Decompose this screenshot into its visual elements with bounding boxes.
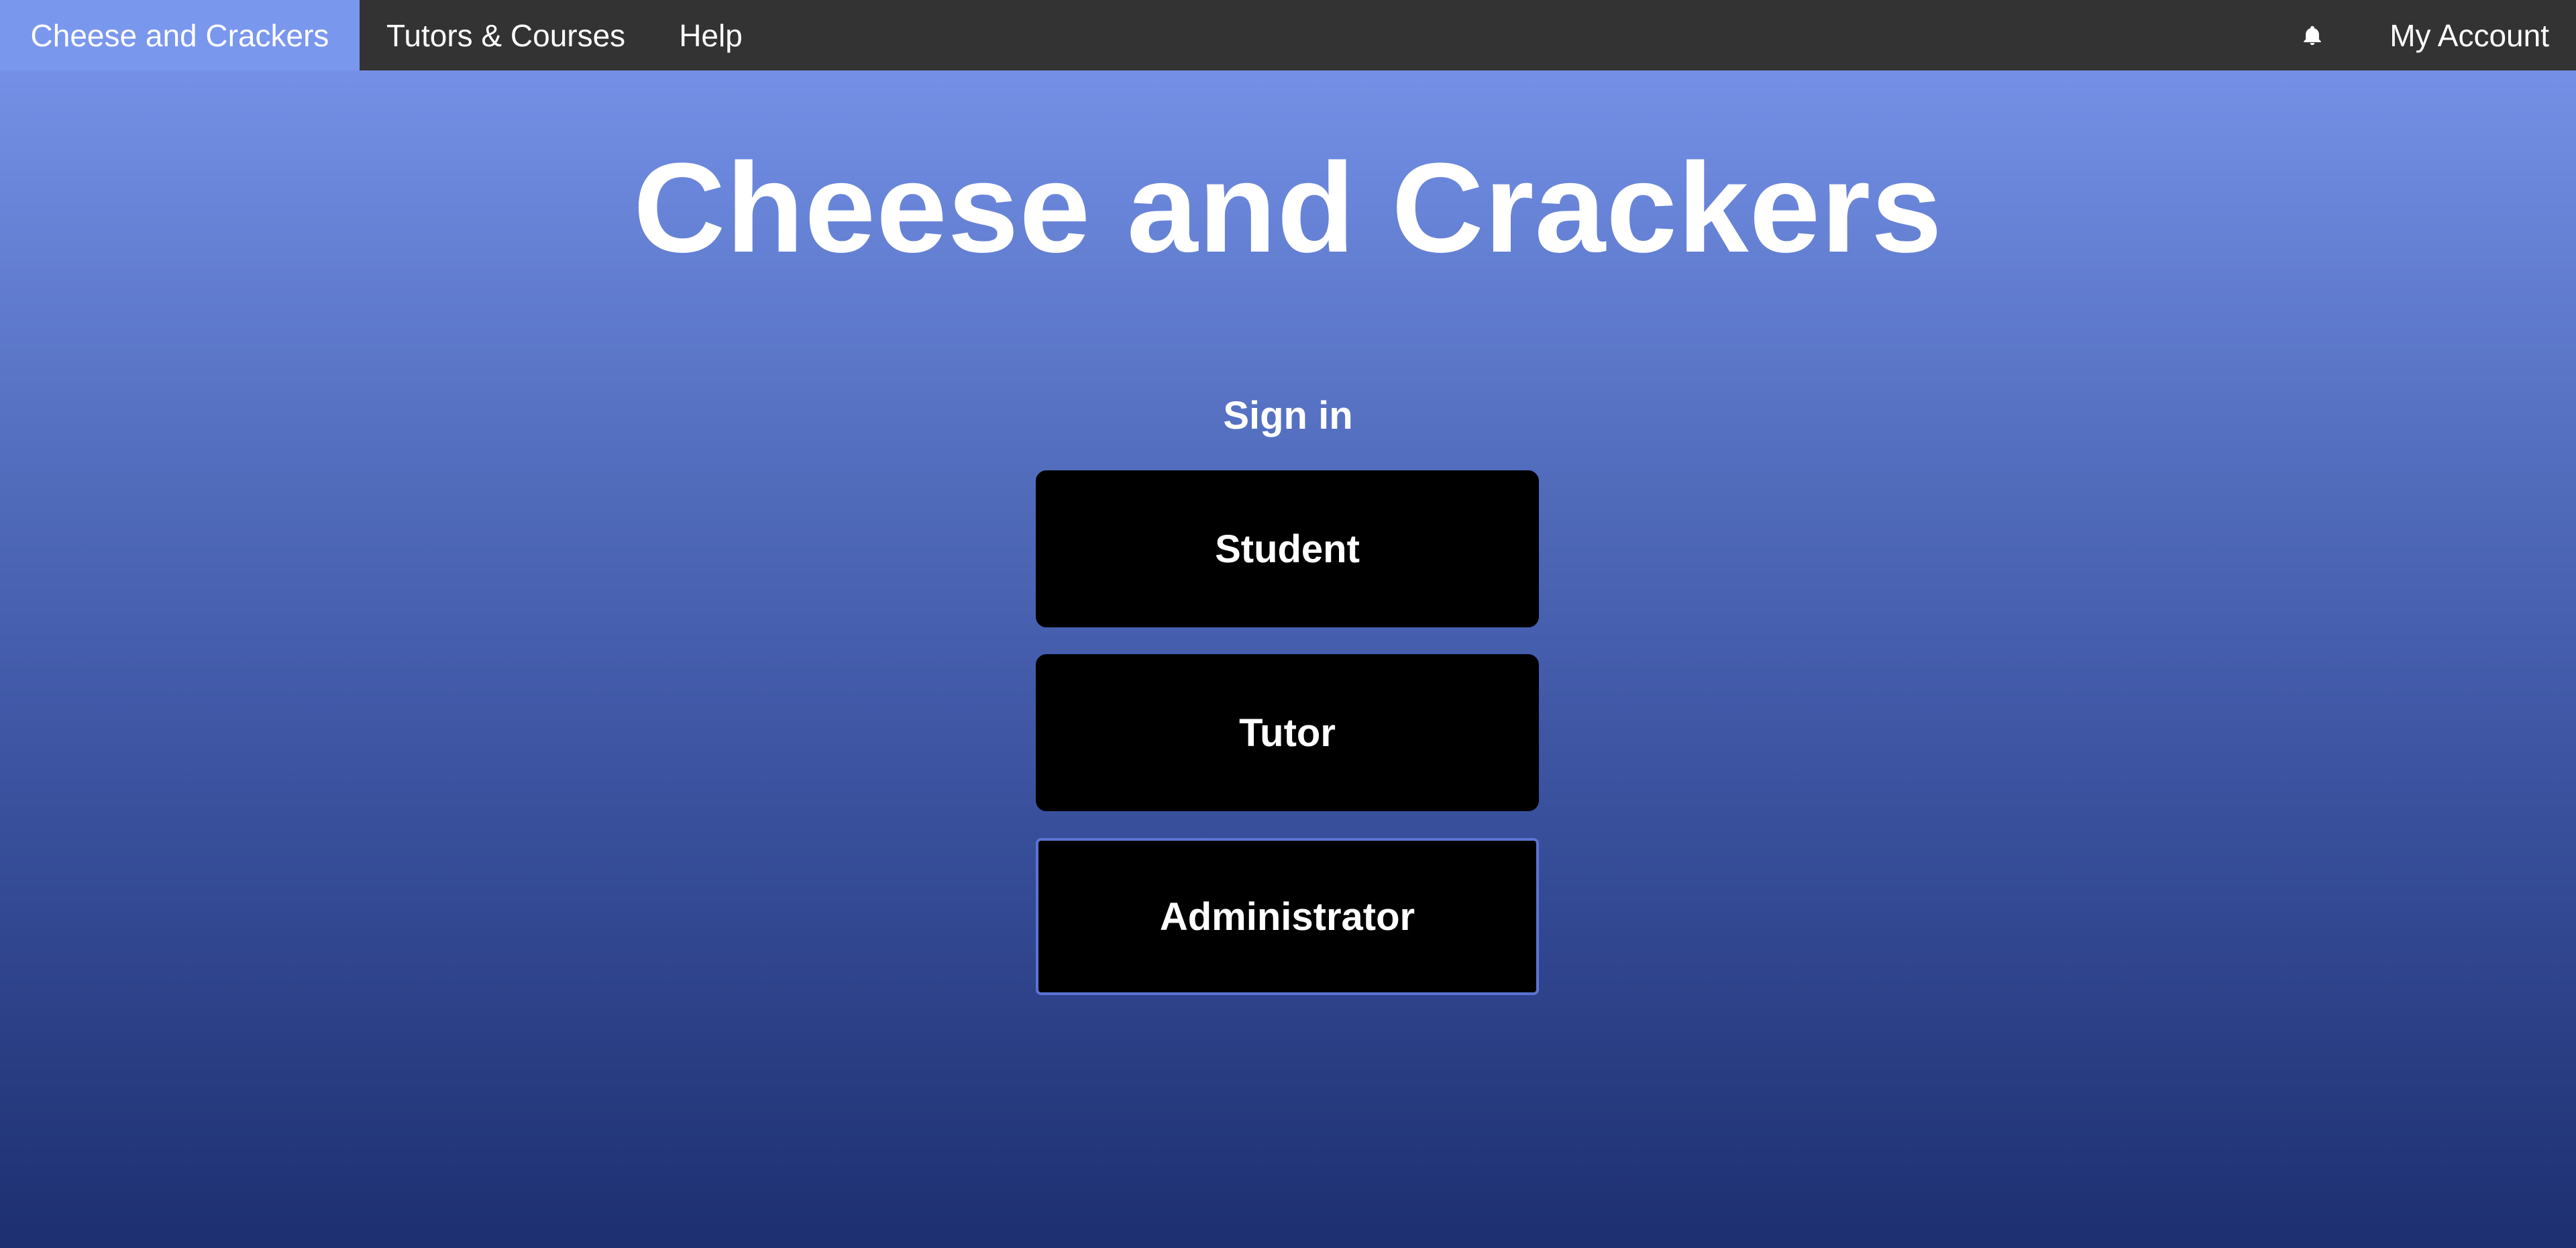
bell-icon bbox=[2304, 25, 2321, 45]
nav-brand-link[interactable]: Cheese and Crackers bbox=[0, 0, 360, 70]
sign-in-heading: Sign in bbox=[1223, 394, 1353, 437]
my-account-link[interactable]: My Account bbox=[2363, 0, 2576, 70]
student-sign-in-button[interactable]: Student bbox=[1036, 470, 1539, 627]
top-navbar: Cheese and Crackers Tutors & Courses Hel… bbox=[0, 0, 2576, 70]
administrator-sign-in-button[interactable]: Administrator bbox=[1036, 838, 1539, 995]
nav-link-help[interactable]: Help bbox=[652, 0, 769, 70]
tutor-sign-in-button[interactable]: Tutor bbox=[1036, 654, 1539, 811]
nav-link-tutors-courses[interactable]: Tutors & Courses bbox=[360, 0, 652, 70]
notifications-button[interactable] bbox=[2262, 0, 2363, 70]
page-title: Cheese and Crackers bbox=[633, 137, 1943, 279]
